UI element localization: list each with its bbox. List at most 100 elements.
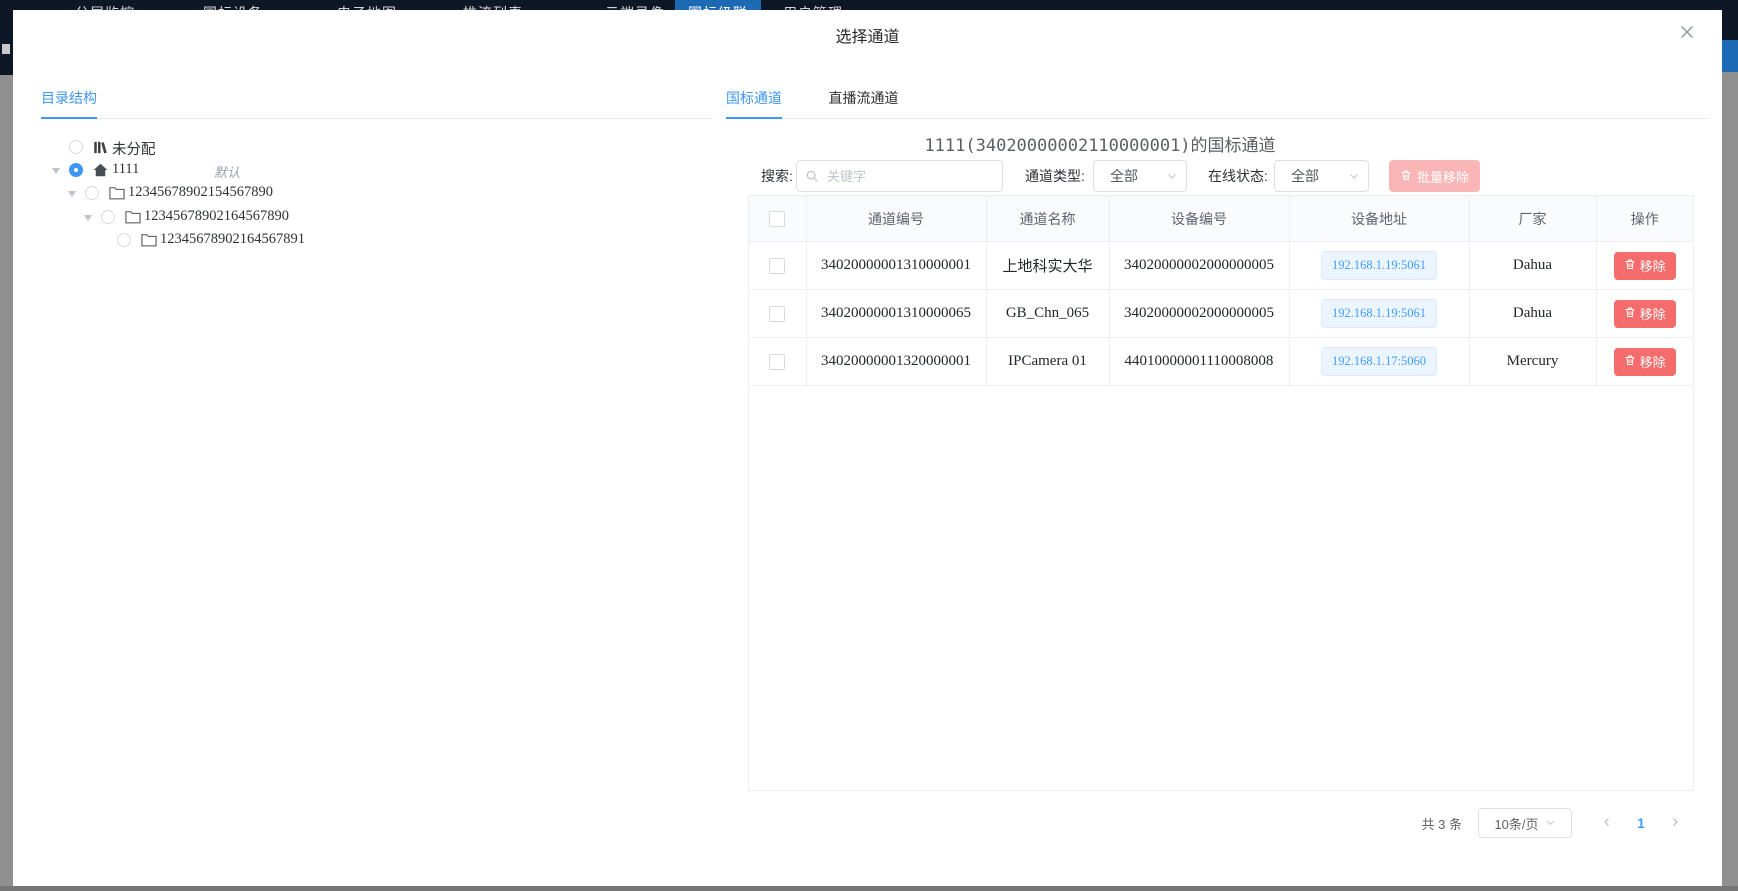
page-edge-text-fragment [2, 44, 10, 54]
nav-item[interactable]: 国标设备 [203, 0, 263, 10]
row-checkbox[interactable] [769, 354, 785, 370]
tab-live-stream-channel[interactable]: 直播流通道 [828, 79, 898, 119]
remove-button-label: 移除 [1640, 352, 1666, 371]
tree-node-default-badge: 默认 [214, 162, 240, 181]
column-header-label: 通道名称 [1020, 211, 1076, 227]
caret-down-icon[interactable] [68, 191, 76, 197]
nav-item[interactable]: 国标级联 [675, 0, 761, 10]
device-address-cell: 192.168.1.17:5060 [1289, 338, 1469, 386]
tree-radio[interactable] [69, 163, 83, 177]
device-address-tag: 192.168.1.19:5061 [1321, 299, 1437, 328]
nav-item[interactable]: 分屏监控 [75, 0, 135, 10]
next-page-button[interactable] [1658, 809, 1692, 837]
channel-type-select[interactable]: 全部 [1093, 160, 1187, 192]
column-header-channel-number: 通道编号 [806, 196, 986, 242]
device-address-cell: 192.168.1.19:5061 [1289, 242, 1469, 290]
left-tabbar: 目录结构 [41, 79, 713, 119]
trash-icon [1624, 306, 1636, 321]
remove-button[interactable]: 移除 [1614, 300, 1676, 328]
folder-icon [141, 233, 157, 249]
device-address-tag: 192.168.1.19:5061 [1321, 251, 1437, 280]
channel-name-cell: 上地科实大华 [986, 242, 1109, 290]
channel-type-value: 全部 [1094, 166, 1166, 186]
vendor-value: Dahua [1513, 305, 1552, 321]
header-checkbox-cell [749, 196, 806, 242]
tab-directory-structure[interactable]: 目录结构 [41, 79, 97, 119]
channel-table-container: 通道编号通道名称设备编号设备地址厂家操作 3402000000131000000… [748, 195, 1694, 791]
tree-node[interactable]: 12345678902164567890 [13, 206, 713, 229]
page-size-select[interactable]: 10条/页 [1478, 808, 1572, 838]
vendor-cell: Dahua [1469, 242, 1596, 290]
remove-button[interactable]: 移除 [1614, 252, 1676, 280]
scrollbar-thumb[interactable] [1722, 40, 1738, 72]
section-title: 1111(34020000002110000001)的国标通道 [630, 131, 1570, 156]
vendor-value: Mercury [1507, 353, 1559, 369]
channel-table: 通道编号通道名称设备编号设备地址厂家操作 3402000000131000000… [749, 196, 1693, 386]
batch-remove-label: 批量移除 [1417, 167, 1469, 186]
tree-node[interactable]: 12345678902154567890 [13, 182, 713, 205]
row-checkbox[interactable] [769, 306, 785, 322]
remove-button-label: 移除 [1640, 256, 1666, 275]
column-header-device-address: 设备地址 [1289, 196, 1469, 242]
column-header-label: 厂家 [1519, 211, 1547, 227]
caret-down-icon[interactable] [52, 168, 60, 174]
device-number-cell: 44010000001110008008 [1109, 338, 1289, 386]
tree-node[interactable]: 未分配 [13, 136, 713, 159]
channel-number-cell-value: 34020000001310000065 [821, 305, 971, 321]
prev-page-button[interactable] [1590, 809, 1624, 837]
tree-node[interactable]: 12345678902164567891 [13, 229, 713, 252]
tree-node[interactable]: 1111默认 [13, 159, 713, 182]
remove-button[interactable]: 移除 [1614, 348, 1676, 376]
folder-icon [109, 186, 125, 202]
row-checkbox[interactable] [769, 258, 785, 274]
channel-number-cell: 34020000001320000001 [806, 338, 986, 386]
nav-item[interactable]: 云端录像 [605, 0, 665, 10]
tab-gb-channel[interactable]: 国标通道 [726, 79, 782, 119]
nav-item[interactable]: 电子地图 [337, 0, 397, 10]
online-status-select[interactable]: 全部 [1274, 160, 1369, 192]
column-header-device-number: 设备编号 [1109, 196, 1289, 242]
row-checkbox-cell [749, 338, 806, 386]
remove-button-label: 移除 [1640, 304, 1666, 323]
table-row: 34020000001310000001上地科实大华34020000002000… [749, 242, 1693, 290]
pagination-total: 共 3 条 [1422, 814, 1462, 833]
device-address-cell: 192.168.1.19:5061 [1289, 290, 1469, 338]
actions-cell: 移除 [1596, 242, 1693, 290]
row-checkbox-cell [749, 290, 806, 338]
close-icon [1679, 28, 1695, 43]
page-size-value: 10条/页 [1494, 814, 1538, 833]
select-all-checkbox[interactable] [769, 211, 785, 227]
tree-radio[interactable] [101, 210, 115, 224]
current-page[interactable]: 1 [1624, 815, 1658, 831]
table-row: 34020000001310000065 GB_Chn_065 3402000000… [749, 290, 1693, 338]
batch-remove-button[interactable]: 批量移除 [1389, 160, 1480, 192]
channel-name-cell-value: 上地科实大华 [1002, 259, 1092, 275]
column-header-vendor: 厂家 [1469, 196, 1596, 242]
channel-name-cell-value: IPCamera 01 [1008, 353, 1087, 369]
chevron-left-icon [1601, 816, 1613, 831]
right-tabbar: 国标通道 直播流通道 [726, 79, 1710, 119]
caret-down-icon[interactable] [84, 215, 92, 221]
channel-name-cell: GB_Chn_065 [986, 290, 1109, 338]
channel-name-cell: IPCamera 01 [986, 338, 1109, 386]
column-header-label: 设备编号 [1171, 211, 1227, 227]
tree-radio[interactable] [69, 140, 83, 154]
tree-radio[interactable] [85, 186, 99, 200]
row-checkbox-cell [749, 242, 806, 290]
page-edge-left [0, 0, 13, 75]
table-header-row: 通道编号通道名称设备编号设备地址厂家操作 [749, 196, 1693, 242]
tree-radio[interactable] [117, 233, 131, 247]
search-input[interactable] [796, 160, 1003, 192]
nav-item[interactable]: 用户管理 [783, 0, 843, 10]
channel-number-cell-value: 34020000001310000001 [821, 257, 971, 273]
page-edge-bottom [0, 886, 1738, 891]
modal-title: 选择通道 [13, 23, 1722, 47]
online-status-value: 全部 [1275, 166, 1348, 186]
select-channel-modal: 选择通道 目录结构 未分配1111默认12345678902154567890 1… [13, 10, 1722, 886]
vendor-cell: Dahua [1469, 290, 1596, 338]
device-number-cell-value: 34020000002000000005 [1124, 305, 1274, 321]
nav-item[interactable]: 推流列表 [463, 0, 523, 10]
tree-node-label: 12345678902164567890 [144, 208, 289, 225]
close-button[interactable] [1676, 22, 1698, 44]
trash-icon [1400, 169, 1412, 184]
